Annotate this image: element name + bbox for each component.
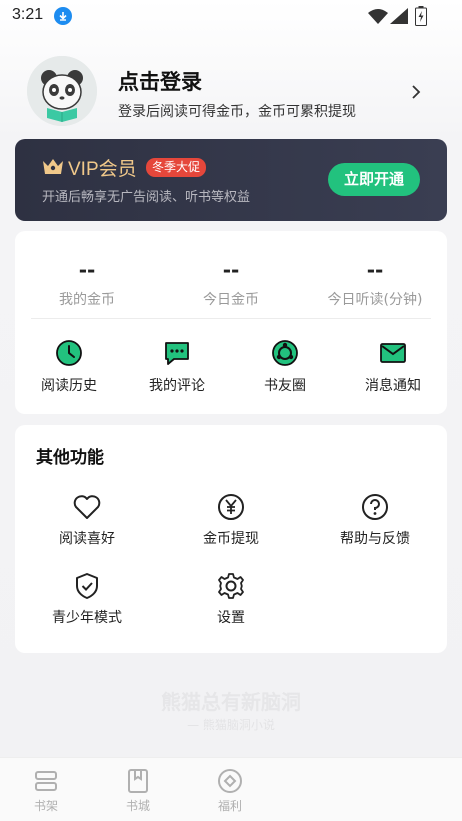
vip-banner[interactable]: VIP会员 冬季大促 开通后畅享无广告阅读、听书等权益 立即开通 xyxy=(15,139,447,221)
nav-label: 书城 xyxy=(125,799,150,813)
login-title[interactable]: 点击登录 xyxy=(118,66,202,96)
gear-icon xyxy=(218,573,244,599)
func-label: 设置 xyxy=(217,610,245,626)
wifi-icon xyxy=(368,8,388,28)
heart-icon xyxy=(73,495,101,519)
vip-description: 开通后畅享无广告阅读、听书等权益 xyxy=(42,190,251,205)
vip-open-button[interactable]: 立即开通 xyxy=(328,163,420,196)
comment-icon xyxy=(165,342,189,365)
quick-label: 我的评论 xyxy=(149,378,205,394)
stat-label: 今日听读(分钟) xyxy=(327,292,423,308)
func-label: 阅读喜好 xyxy=(59,531,115,547)
question-icon xyxy=(362,494,388,520)
teen-mode-button[interactable]: 青少年模式 xyxy=(15,571,159,627)
nav-bookshelf[interactable]: 书架 xyxy=(16,768,76,814)
nav-label: 书架 xyxy=(33,799,58,813)
login-header[interactable]: 点击登录 登录后阅读可得金币，金币可累积提现 xyxy=(0,56,462,130)
battery-icon xyxy=(415,6,427,30)
book-friends-button[interactable]: 书友圈 xyxy=(231,339,339,395)
avatar[interactable] xyxy=(27,56,97,126)
func-label: 帮助与反馈 xyxy=(340,531,410,547)
settings-button[interactable]: 设置 xyxy=(159,571,303,627)
shield-check-icon xyxy=(76,573,98,599)
coin-withdraw-button[interactable]: 金币提现 xyxy=(159,492,303,548)
status-time: 3:21 xyxy=(12,6,44,23)
login-subtitle: 登录后阅读可得金币，金币可累积提现 xyxy=(118,104,356,120)
book-store-icon xyxy=(128,769,148,793)
vip-title: VIP会员 xyxy=(68,159,137,180)
signal-icon xyxy=(390,8,408,28)
stat-my-coins[interactable]: -- 我的金币 xyxy=(15,259,159,309)
my-comments-button[interactable]: 我的评论 xyxy=(123,339,231,395)
yen-coin-icon xyxy=(218,494,244,520)
promo-badge: 冬季大促 xyxy=(146,158,207,177)
slogan-subtitle: — 熊猫脑洞小说 xyxy=(187,718,275,732)
slogan-watermark: 熊猫总有新脑洞 xyxy=(161,690,301,714)
stat-label: 今日金币 xyxy=(203,292,259,308)
account-stats-card: -- 我的金币 -- 今日金币 -- 今日听读(分钟) 阅读历史 我的评论 书友… xyxy=(15,231,447,414)
welfare-icon xyxy=(218,769,242,793)
clock-icon xyxy=(56,340,82,366)
quick-label: 书友圈 xyxy=(264,378,306,394)
stat-value: -- xyxy=(78,258,96,282)
circle-ring-icon xyxy=(272,340,298,366)
bookshelf-icon xyxy=(35,771,57,791)
reading-history-button[interactable]: 阅读历史 xyxy=(15,339,123,395)
func-label: 青少年模式 xyxy=(52,610,122,626)
nav-welfare[interactable]: 福利 xyxy=(200,768,260,814)
nav-label: 福利 xyxy=(217,799,242,813)
quick-label: 阅读历史 xyxy=(41,378,97,394)
bottom-navigation: 书架 书城 福利 xyxy=(0,757,462,821)
stat-value: -- xyxy=(222,258,240,282)
help-feedback-button[interactable]: 帮助与反馈 xyxy=(303,492,447,548)
stat-value: -- xyxy=(366,258,384,282)
chevron-right-icon[interactable] xyxy=(410,84,422,104)
stat-label: 我的金币 xyxy=(59,292,115,308)
nav-bookstore[interactable]: 书城 xyxy=(108,768,168,814)
status-bar: 3:21 xyxy=(0,0,462,32)
mail-icon xyxy=(380,343,406,363)
quick-label: 消息通知 xyxy=(365,378,421,394)
notifications-button[interactable]: 消息通知 xyxy=(339,339,447,395)
crown-icon xyxy=(42,157,64,181)
func-label: 金币提现 xyxy=(203,531,259,547)
section-title: 其他功能 xyxy=(36,448,104,468)
download-icon xyxy=(54,7,72,25)
stat-today-coins[interactable]: -- 今日金币 xyxy=(159,259,303,309)
other-functions-card: 其他功能 阅读喜好 金币提现 帮助与反馈 青少年模式 设置 xyxy=(15,425,447,653)
panda-avatar-icon xyxy=(27,56,97,126)
divider xyxy=(31,318,431,319)
reading-preference-button[interactable]: 阅读喜好 xyxy=(15,492,159,548)
stat-today-listening[interactable]: -- 今日听读(分钟) xyxy=(303,259,447,309)
